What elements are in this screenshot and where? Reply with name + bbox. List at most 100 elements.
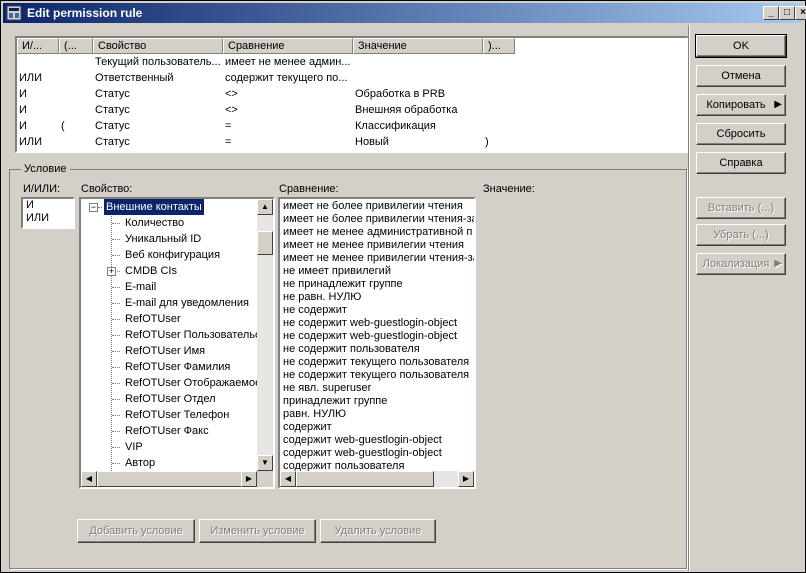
table-row[interactable]: ИЛИ Ответственный содержит текущего по..… xyxy=(17,70,687,86)
row-close: ) xyxy=(485,136,489,148)
list-item[interactable]: содержит пользователя xyxy=(283,460,404,471)
close-button[interactable]: × xyxy=(795,6,806,20)
tree-node[interactable]: RefOTUser Отображаемое xyxy=(125,375,257,391)
tree-node[interactable]: Количество xyxy=(125,215,184,231)
minimize-button[interactable]: _ xyxy=(763,6,779,20)
tree-node[interactable]: Автор xyxy=(125,455,155,471)
table-row[interactable]: Текущий пользователь... имеет не менее а… xyxy=(17,54,687,70)
list-item[interactable]: не содержит xyxy=(283,304,347,317)
list-item[interactable]: не содержит пользователя xyxy=(283,343,420,356)
change-condition-button[interactable]: Изменить условие xyxy=(199,519,316,543)
copy-button[interactable]: Копировать ▶ xyxy=(696,94,786,116)
scroll-left-icon[interactable]: ◀ xyxy=(81,471,97,487)
col-header-close-paren[interactable]: )... xyxy=(483,38,515,54)
col-header-open-paren[interactable]: (... xyxy=(59,38,93,54)
tree-node[interactable]: RefOTUser Имя xyxy=(125,343,205,359)
scroll-thumb[interactable] xyxy=(257,231,273,255)
tree-node[interactable]: CMDB CIs xyxy=(125,263,177,279)
table-row[interactable]: И Статус <> Обработка в PRB xyxy=(17,86,687,102)
tree-node[interactable]: Уникальный ID xyxy=(125,231,201,247)
row-open: ( xyxy=(61,120,65,132)
maximize-button[interactable]: □ xyxy=(779,6,795,20)
scroll-right-icon[interactable]: ▶ xyxy=(241,471,257,487)
property-label: Свойство: xyxy=(81,183,133,195)
andor-list[interactable]: И ИЛИ xyxy=(21,197,75,229)
reset-button[interactable]: Сбросить xyxy=(696,123,786,145)
list-item[interactable]: принадлежит группе xyxy=(283,395,387,408)
col-header-comparison[interactable]: Сравнение xyxy=(223,38,353,54)
list-item[interactable]: не содержит web-guestlogin-object xyxy=(283,317,457,330)
col-header-andor[interactable]: И/... xyxy=(17,38,59,54)
list-item[interactable]: не явл. superuser xyxy=(283,382,371,395)
row-comparison: имеет не менее админ... xyxy=(225,56,351,68)
row-value: Классификация xyxy=(355,120,436,132)
scroll-down-icon[interactable]: ▼ xyxy=(257,455,273,471)
property-tree[interactable]: − Внешние контакты Количество Уникальный … xyxy=(79,197,275,489)
help-button[interactable]: Справка xyxy=(696,152,786,174)
row-op: ИЛИ xyxy=(19,136,43,148)
collapse-icon[interactable]: − xyxy=(89,203,98,212)
list-item[interactable]: содержит web-guestlogin-object xyxy=(283,447,442,460)
andor-option-and[interactable]: И xyxy=(26,199,34,212)
title-bar[interactable]: Edit permission rule _ □ × xyxy=(3,3,806,23)
expand-icon[interactable]: + xyxy=(107,267,116,276)
list-item[interactable]: не равн. НУЛЮ xyxy=(283,291,361,304)
tree-node[interactable]: RefOTUser Факс xyxy=(125,423,209,439)
col-header-property[interactable]: Свойство xyxy=(93,38,223,54)
tree-vertical-scrollbar[interactable]: ▲ ▼ xyxy=(257,199,273,471)
list-item[interactable]: имеет не менее привилегии чтения xyxy=(283,239,464,252)
row-property: Ответственный xyxy=(95,72,174,84)
comparison-list[interactable]: имеет не более привилегии чтения имеет не… xyxy=(278,197,476,489)
scroll-left-icon[interactable]: ◀ xyxy=(280,471,296,487)
tree-node[interactable]: E-mail для уведомления xyxy=(125,295,249,311)
ok-button[interactable]: OK xyxy=(695,34,787,58)
remove-button[interactable]: Убрать (...) xyxy=(696,224,786,246)
scroll-thumb[interactable] xyxy=(296,471,434,487)
add-condition-button[interactable]: Добавить условие xyxy=(77,519,195,543)
list-item[interactable]: содержит xyxy=(283,421,332,434)
edit-permission-rule-window: Edit permission rule _ □ × И/... (... Св… xyxy=(0,0,806,573)
tree-horizontal-scrollbar[interactable]: ◀ ▶ xyxy=(81,471,257,487)
tree-node[interactable]: RefOTUser Отдел xyxy=(125,391,216,407)
row-comparison: <> xyxy=(225,88,238,100)
row-open xyxy=(61,70,91,86)
list-item[interactable]: не содержит текущего пользователя xyxy=(283,369,469,382)
list-item[interactable]: не содержит текущего пользователя xyxy=(283,356,469,369)
row-open xyxy=(61,86,91,102)
table-row[interactable]: И ( Статус = Классификация xyxy=(17,118,687,134)
table-row[interactable]: И Статус <> Внешняя обработка xyxy=(17,102,687,118)
list-item[interactable]: не принадлежит группе xyxy=(283,278,403,291)
comparison-horizontal-scrollbar[interactable]: ◀ ▶ xyxy=(280,471,474,487)
list-item[interactable]: не имеет привилегий xyxy=(283,265,391,278)
row-close xyxy=(485,70,515,86)
tree-node[interactable]: E-mail xyxy=(125,279,156,295)
andor-option-or[interactable]: ИЛИ xyxy=(26,212,49,225)
row-op xyxy=(19,54,57,70)
insert-button[interactable]: Вставить (...) xyxy=(696,197,786,219)
list-item[interactable]: имеет не более привилегии чтения xyxy=(283,200,463,213)
tree-node[interactable]: RefOTUser xyxy=(125,311,181,327)
rules-table[interactable]: И/... (... Свойство Сравнение Значение )… xyxy=(15,36,689,153)
tree-node-root[interactable]: Внешние контакты xyxy=(103,199,205,216)
tree-node[interactable]: RefOTUser Пользовательс xyxy=(125,327,257,343)
list-item[interactable]: равн. НУЛЮ xyxy=(283,408,346,421)
list-item[interactable]: имеет не менее привилегии чтения-за xyxy=(283,252,474,265)
table-row[interactable]: ИЛИ Статус = Новый ) xyxy=(17,134,687,150)
tree-node[interactable]: RefOTUser Фамилия xyxy=(125,359,230,375)
tree-node[interactable]: Веб конфигурация xyxy=(125,247,220,263)
localization-label: Локализация xyxy=(702,258,770,270)
localization-button[interactable]: Локализация ▶ xyxy=(696,253,786,275)
list-item[interactable]: имеет не менее административной п xyxy=(283,226,472,239)
scroll-right-icon[interactable]: ▶ xyxy=(458,471,474,487)
list-item[interactable]: содержит web-guestlogin-object xyxy=(283,434,442,447)
scroll-thumb[interactable] xyxy=(97,471,247,487)
cancel-button[interactable]: Отмена xyxy=(696,65,786,87)
arrow-right-icon: ▶ xyxy=(774,99,782,110)
list-item[interactable]: не содержит web-guestlogin-object xyxy=(283,330,457,343)
scroll-up-icon[interactable]: ▲ xyxy=(257,199,273,215)
list-item[interactable]: имеет не более привилегии чтения-за xyxy=(283,213,474,226)
col-header-value[interactable]: Значение xyxy=(353,38,483,54)
tree-node[interactable]: VIP xyxy=(125,439,143,455)
delete-condition-button[interactable]: Удалить условие xyxy=(320,519,436,543)
tree-node[interactable]: RefOTUser Телефон xyxy=(125,407,229,423)
